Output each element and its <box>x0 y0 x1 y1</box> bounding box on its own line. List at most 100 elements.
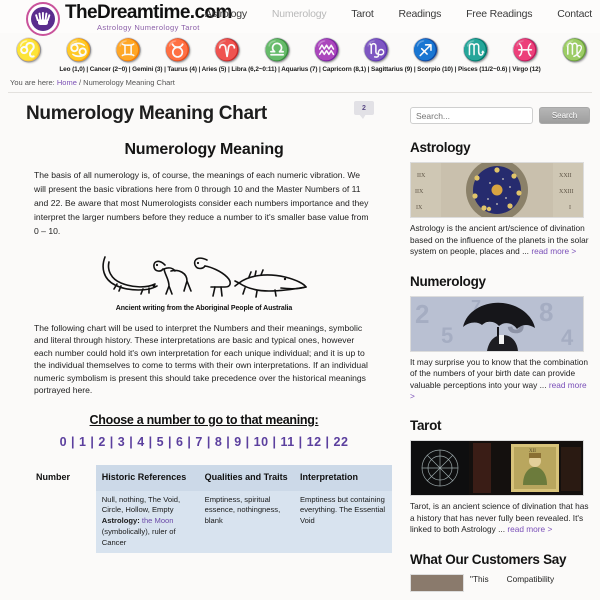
svg-text:XXII: XXII <box>559 173 572 179</box>
number-link-22[interactable]: 22 <box>334 435 349 449</box>
taurus-icon[interactable]: ♉ <box>163 37 193 63</box>
site-logo[interactable]: TheDreamtime.com Astrology Numerology Ta… <box>26 2 232 36</box>
sidebar-heading-astrology: Astrology <box>410 140 471 156</box>
nav-item-numerology[interactable]: Numerology <box>272 8 327 20</box>
svg-text:IX: IX <box>416 205 423 211</box>
umbrella-numbers-art: 2 5 8 4 7 3 1 <box>411 296 583 351</box>
tarot-cards-photo[interactable]: XII <box>410 440 584 497</box>
svg-text:5: 5 <box>441 323 453 348</box>
pisces-icon[interactable]: ♓ <box>510 37 540 63</box>
breadcrumb-separator: / <box>78 78 82 88</box>
site-header: TheDreamtime.com Astrology Numerology Ta… <box>0 0 600 36</box>
historic-astrology-label: Astrology: <box>101 516 140 526</box>
sidebar-heading-numerology: Numerology <box>410 273 486 289</box>
section-heading: Numerology Meaning <box>124 141 284 159</box>
svg-text:XXIII: XXIII <box>559 189 574 195</box>
choose-number-heading: Choose a number to go to that meaning: <box>89 412 319 427</box>
sidebar-text-tarot: Tarot, is an ancient science of divinati… <box>410 501 590 535</box>
sidebar-heading-tarot: Tarot <box>410 418 442 434</box>
content-area: 2 Numerology Meaning Chart Numerology Me… <box>0 93 600 592</box>
umbrella-numbers-photo[interactable]: 2 5 8 4 7 3 1 <box>410 295 584 352</box>
gemini-icon[interactable]: ♊ <box>113 37 143 63</box>
svg-text:IIX: IIX <box>415 189 424 195</box>
svg-text:IIX: IIX <box>417 173 426 179</box>
number-link-list: 0 | 1 | 2 | 3 | 4 | 5 | 6 | 7 | 8 | 9 | … <box>59 434 349 449</box>
virgo-icon[interactable]: ♍ <box>560 37 590 63</box>
number-link-10[interactable]: 10 <box>254 435 269 449</box>
page-root: TheDreamtime.com Astrology Numerology Ta… <box>0 0 600 600</box>
sidebar-text-astrology: Astrology is the ancient art/science of … <box>410 223 590 257</box>
number-link-5[interactable]: 5 <box>157 435 164 449</box>
nav-item-astrology[interactable]: Astrology <box>205 8 247 20</box>
top-navigation: Astrology Numerology Tarot Readings Free… <box>205 8 592 20</box>
number-link-7[interactable]: 7 <box>195 435 202 449</box>
sagittarius-icon[interactable]: ♐ <box>411 37 441 63</box>
breadcrumb-current: Numerology Meaning Chart <box>83 78 175 88</box>
table-row: Null, nothing, The Void, Circle, Hollow,… <box>32 490 392 553</box>
second-paragraph: The following chart will be used to inte… <box>34 322 368 396</box>
number-link-9[interactable]: 9 <box>234 435 241 449</box>
numerology-meaning-table: Number Historic References Qualities and… <box>32 464 392 553</box>
comment-count-badge[interactable]: 2 <box>354 101 374 120</box>
astrology-read-more-link[interactable]: read more > <box>531 246 576 256</box>
hand-glyph <box>35 11 51 25</box>
breadcrumb-home[interactable]: Home <box>57 78 77 87</box>
aboriginal-rock-art-animals-image <box>8 253 400 299</box>
svg-text:4: 4 <box>561 325 574 350</box>
hand-in-circle-logo-icon <box>26 2 60 36</box>
sidebar-text-numerology: It may surprise you to know that the com… <box>410 357 590 403</box>
aries-icon[interactable]: ♈ <box>213 37 243 63</box>
svg-text:8: 8 <box>539 297 553 327</box>
cell-qualities-traits: Emptiness, spiritual essence, nothingnes… <box>198 490 294 553</box>
logo-tagline: Astrology Numerology Tarot <box>96 23 200 32</box>
column-header-number: Number <box>36 471 71 482</box>
cell-historic-references: Null, nothing, The Void, Circle, Hollow,… <box>95 490 199 553</box>
intro-paragraph: The basis of all numerology is, of cours… <box>34 170 369 237</box>
cancer-icon[interactable]: ♋ <box>64 37 94 63</box>
svg-text:XII: XII <box>529 449 536 454</box>
table-header-row: Number Historic References Qualities and… <box>32 464 392 491</box>
scorpio-icon[interactable]: ♏ <box>461 37 491 63</box>
nav-item-readings[interactable]: Readings <box>398 8 441 20</box>
search-button[interactable]: Search <box>539 107 590 125</box>
historic-tail-text: (symbolically), ruler of Cancer <box>101 526 176 547</box>
number-link-2[interactable]: 2 <box>98 435 105 449</box>
breadcrumb-prefix: You are here: <box>10 78 55 88</box>
libra-icon[interactable]: ♎ <box>262 37 292 63</box>
column-header-historic: Historic References <box>95 464 199 491</box>
page-title: Numerology Meaning Chart <box>26 103 267 125</box>
leo-icon[interactable]: ♌ <box>14 37 44 63</box>
zodiac-icon-bar: ♌ ♋ ♊ ♉ ♈ ♎ ♒ ♑ ♐ ♏ ♓ ♍ <box>14 35 590 65</box>
tarot-read-more-link[interactable]: read more > <box>507 524 552 534</box>
search-widget: Search <box>410 107 590 125</box>
cell-number <box>32 491 96 553</box>
nav-item-contact[interactable]: Contact <box>557 8 592 20</box>
historic-moon-link[interactable]: the Moon <box>142 516 174 525</box>
number-link-11[interactable]: 11 <box>280 435 294 449</box>
testimonial-snippet-left: "This <box>470 573 489 584</box>
search-input[interactable] <box>410 107 533 125</box>
rock-art-drawing <box>102 256 307 298</box>
main-column: 2 Numerology Meaning Chart Numerology Me… <box>8 93 400 591</box>
number-link-12[interactable]: 12 <box>307 435 322 449</box>
number-link-0[interactable]: 0 <box>60 435 67 449</box>
aquarius-icon[interactable]: ♒ <box>312 37 342 63</box>
number-link-4[interactable]: 4 <box>137 435 144 449</box>
nav-item-free-readings[interactable]: Free Readings <box>466 8 532 20</box>
capricorn-icon[interactable]: ♑ <box>361 37 391 63</box>
column-header-qualities: Qualities and Traits <box>198 464 294 491</box>
testimonial-avatar <box>410 573 464 592</box>
image-caption: Ancient writing from the Aboriginal Peop… <box>115 304 293 312</box>
tarot-description: Tarot, is an ancient science of divinati… <box>410 501 589 535</box>
svg-text:2: 2 <box>415 299 429 329</box>
historic-plain-text: Null, nothing, The Void, Circle, Hollow,… <box>101 494 181 515</box>
sidebar: Search Astrology <box>410 93 590 592</box>
testimonial-snippet-right: Compatibility <box>506 573 555 584</box>
zodiac-legend: Leo (1,0) | Cancer (2~0) | Gemini (3) | … <box>59 66 541 73</box>
breadcrumb: You are here: Home / Numerology Meaning … <box>10 78 600 87</box>
zodiac-wheel-photo[interactable]: IIX IIX IX XXII XXIII I <box>410 162 584 219</box>
svg-text:I: I <box>569 205 571 211</box>
nav-item-tarot[interactable]: Tarot <box>351 8 374 20</box>
cell-interpretation: Emptiness but containing everything. The… <box>293 490 392 553</box>
column-header-interpretation: Interpretation <box>293 464 392 491</box>
